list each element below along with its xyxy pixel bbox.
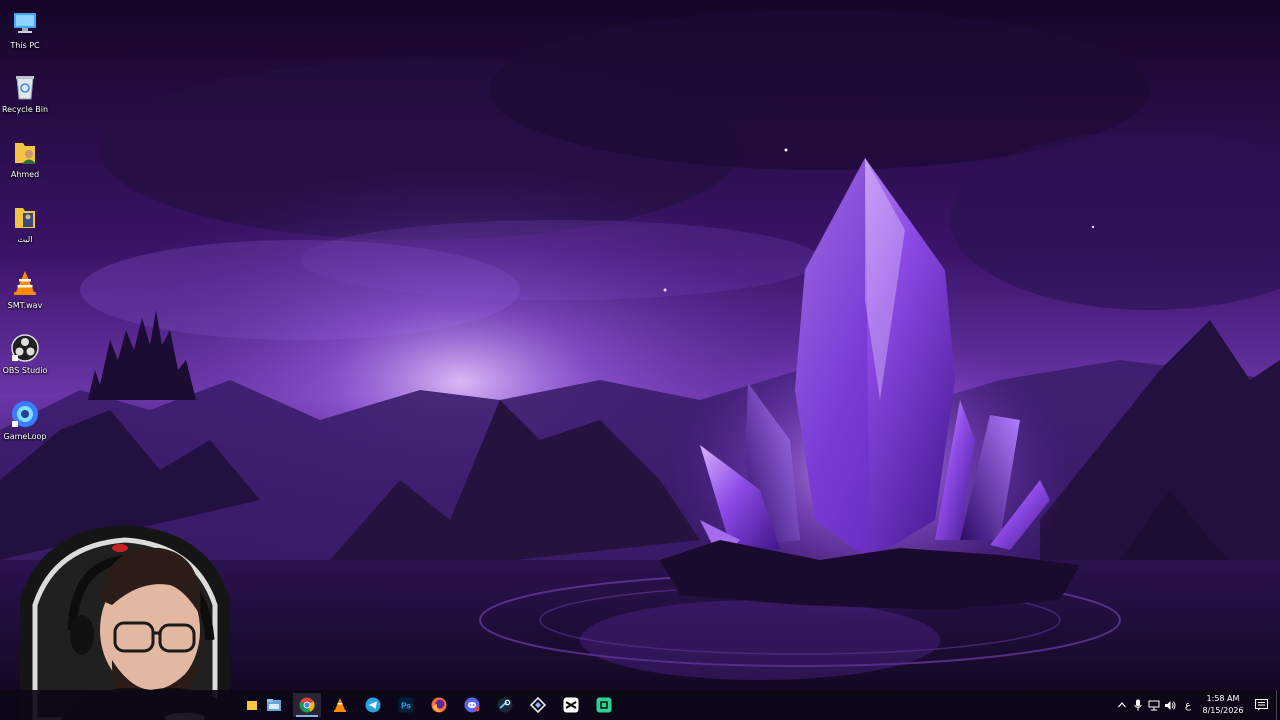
taskbar: Ps ع 1:58 AM 8/15/2026 xyxy=(0,690,1280,720)
desktop-icon-label: البث xyxy=(17,235,33,244)
svg-text:Ps: Ps xyxy=(401,702,411,711)
file-explorer-icon xyxy=(267,699,281,711)
this-pc-icon xyxy=(14,13,36,33)
speaker-icon xyxy=(1165,700,1176,710)
telegram-icon xyxy=(365,697,381,713)
desktop-icon-label: SMT.wav xyxy=(7,301,43,310)
taskbar-app-green[interactable] xyxy=(590,693,618,717)
notification-center-button[interactable] xyxy=(1252,693,1270,717)
desktop-icon-label: GameLoop xyxy=(3,432,47,441)
gameloop-icon xyxy=(12,401,38,427)
recycle-bin-icon xyxy=(16,76,34,100)
firefox-icon xyxy=(431,697,447,713)
desktop-icon-gameloop[interactable]: GameLoop xyxy=(0,395,50,455)
microphone-icon xyxy=(1134,699,1142,711)
volume-tray-button[interactable] xyxy=(1163,697,1177,713)
show-hidden-icons-button[interactable] xyxy=(1115,697,1129,713)
desktop-icon-smt-wav[interactable]: SMT.wav xyxy=(0,264,50,324)
green-app-icon xyxy=(596,697,612,713)
photoshop-icon: Ps xyxy=(398,697,414,713)
taskbar-app-telegram[interactable] xyxy=(359,693,387,717)
vlc-icon xyxy=(14,271,36,295)
capcut-icon xyxy=(563,697,579,713)
microphone-tray-button[interactable] xyxy=(1131,697,1145,713)
taskbar-app-diamond[interactable] xyxy=(524,693,552,717)
desktop-icon-ahmed[interactable]: Ahmed xyxy=(0,133,50,193)
taskbar-app-firefox[interactable] xyxy=(425,693,453,717)
desktop-icon-broadcast-folder[interactable]: البث xyxy=(0,198,50,258)
desktop-icon-label: Recycle Bin xyxy=(1,105,49,114)
desktop-icon-this-pc[interactable]: This PC xyxy=(0,4,50,64)
taskbar-clock[interactable]: 1:58 AM 8/15/2026 xyxy=(1194,693,1252,717)
taskbar-app-capcut[interactable] xyxy=(557,693,585,717)
folder-icon xyxy=(15,208,35,228)
steam-icon xyxy=(497,697,513,713)
vlc-icon xyxy=(334,698,346,712)
taskbar-app-discord[interactable] xyxy=(458,693,486,717)
taskbar-app-chrome[interactable] xyxy=(293,693,321,717)
clock-date: 8/15/2026 xyxy=(1202,706,1244,715)
discord-icon xyxy=(464,697,480,713)
taskbar-app-steam[interactable] xyxy=(491,693,519,717)
notification-icon xyxy=(1254,699,1268,711)
clock-time: 1:58 AM xyxy=(1206,694,1240,703)
desktop-icon-label: Ahmed xyxy=(10,170,40,179)
network-tray-button[interactable] xyxy=(1147,697,1161,713)
input-language-button[interactable]: ع xyxy=(1181,697,1195,713)
taskbar-app-file-explorer[interactable] xyxy=(260,693,288,717)
desktop-icon-label: OBS Studio xyxy=(2,366,48,375)
desktop-icon-recycle-bin[interactable]: Recycle Bin xyxy=(0,68,50,128)
taskbar-app-vlc[interactable] xyxy=(326,693,354,717)
chrome-icon xyxy=(299,697,315,713)
taskbar-app-photoshop[interactable]: Ps xyxy=(392,693,420,717)
chevron-up-icon xyxy=(1118,702,1126,708)
diamond-app-icon xyxy=(530,697,546,713)
network-icon xyxy=(1148,700,1160,710)
folder-icon xyxy=(247,701,257,710)
show-desktop-button[interactable] xyxy=(1276,690,1280,720)
desktop-icon-label: This PC xyxy=(10,41,40,50)
user-folder-icon xyxy=(15,143,36,164)
obs-icon xyxy=(11,334,39,362)
desktop-icon-obs-studio[interactable]: OBS Studio xyxy=(0,329,50,389)
